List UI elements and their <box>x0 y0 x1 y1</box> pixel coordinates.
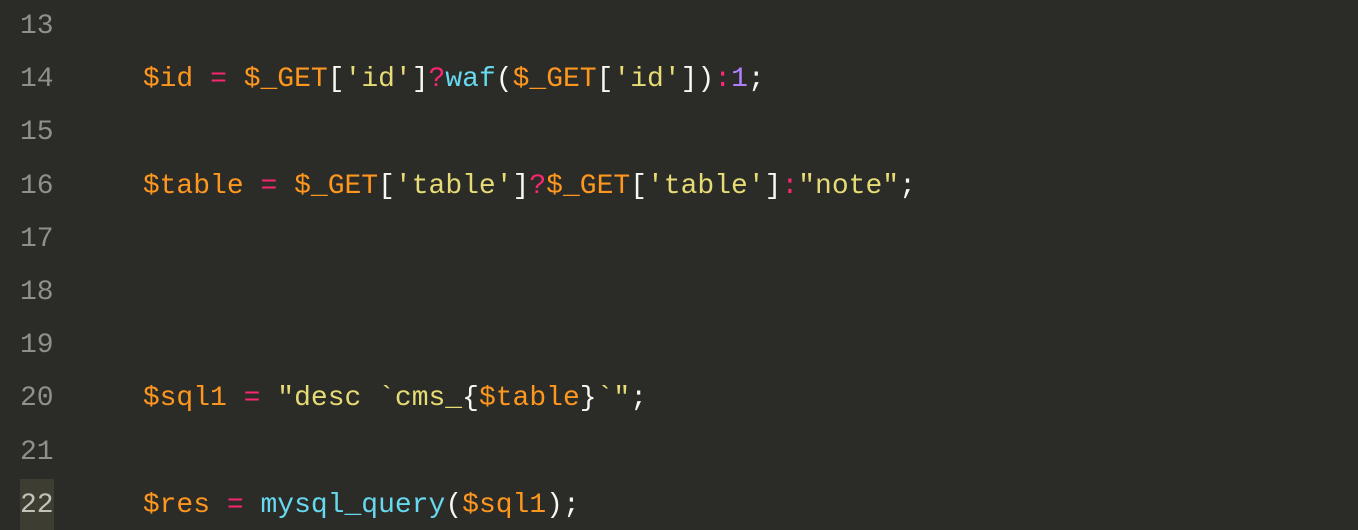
bracket: ] <box>681 64 698 95</box>
sp <box>210 490 227 521</box>
variable: $_GET <box>294 171 378 202</box>
bracket: ] <box>765 171 782 202</box>
bracket: [ <box>378 171 395 202</box>
sp <box>260 383 277 414</box>
bracket: ] <box>412 64 429 95</box>
variable: $sql1 <box>462 490 546 521</box>
code-area[interactable]: $id = $_GET['id']?waf($_GET['id']):1; $t… <box>72 0 1358 530</box>
string: "note" <box>798 171 899 202</box>
paren: ) <box>546 490 563 521</box>
operator: : <box>714 64 731 95</box>
line-number: 21 <box>20 426 54 479</box>
string: 'table' <box>647 171 765 202</box>
sp <box>244 171 261 202</box>
line-number: 20 <box>20 372 54 425</box>
semicolon: ; <box>563 490 580 521</box>
semicolon: ; <box>748 64 765 95</box>
line-number: 14 <box>20 53 54 106</box>
brace: } <box>580 383 597 414</box>
indent <box>76 171 143 202</box>
sp <box>227 383 244 414</box>
operator: = <box>227 490 244 521</box>
indent <box>76 64 143 95</box>
line-number: 16 <box>20 160 54 213</box>
bracket: ] <box>513 171 530 202</box>
sp <box>227 64 244 95</box>
bracket: [ <box>597 64 614 95</box>
operator: ? <box>529 171 546 202</box>
variable: $_GET <box>546 171 630 202</box>
paren: ( <box>445 490 462 521</box>
operator: = <box>260 171 277 202</box>
code-line[interactable]: $table = $_GET['table']?$_GET['table']:"… <box>76 160 1354 213</box>
variable: $table <box>479 383 580 414</box>
indent <box>76 383 143 414</box>
operator: : <box>781 171 798 202</box>
function: waf <box>445 64 495 95</box>
function: mysql_query <box>260 490 445 521</box>
line-number: 15 <box>20 106 54 159</box>
line-number: 22 <box>20 479 54 530</box>
string: "desc `cms_ <box>277 383 462 414</box>
code-line[interactable]: $id = $_GET['id']?waf($_GET['id']):1; <box>76 53 1354 106</box>
bracket: [ <box>630 171 647 202</box>
code-line[interactable] <box>76 266 1354 319</box>
string: 'id' <box>345 64 412 95</box>
line-number-gutter: 13 14 15 16 17 18 19 20 21 22 <box>0 0 72 530</box>
variable: $res <box>143 490 210 521</box>
code-line[interactable]: $res = mysql_query($sql1); <box>76 479 1354 530</box>
line-number: 13 <box>20 0 54 53</box>
semicolon: ; <box>899 171 916 202</box>
variable: $table <box>143 171 244 202</box>
number: 1 <box>731 64 748 95</box>
sp <box>244 490 261 521</box>
sp <box>277 171 294 202</box>
line-number: 18 <box>20 266 54 319</box>
indent <box>76 490 143 521</box>
operator: = <box>210 64 227 95</box>
string: `" <box>597 383 631 414</box>
code-line[interactable]: $sql1 = "desc `cms_{$table}`"; <box>76 372 1354 425</box>
variable: $_GET <box>513 64 597 95</box>
string: 'table' <box>395 171 513 202</box>
semicolon: ; <box>630 383 647 414</box>
string: 'id' <box>613 64 680 95</box>
variable: $_GET <box>244 64 328 95</box>
variable: $id <box>143 64 193 95</box>
brace: { <box>462 383 479 414</box>
paren: ) <box>697 64 714 95</box>
variable: $sql1 <box>143 383 227 414</box>
line-number: 19 <box>20 319 54 372</box>
operator: ? <box>429 64 446 95</box>
line-number: 17 <box>20 213 54 266</box>
bracket: [ <box>328 64 345 95</box>
sp <box>193 64 210 95</box>
code-editor[interactable]: 13 14 15 16 17 18 19 20 21 22 $id = $_GE… <box>0 0 1358 530</box>
operator: = <box>244 383 261 414</box>
paren: ( <box>496 64 513 95</box>
